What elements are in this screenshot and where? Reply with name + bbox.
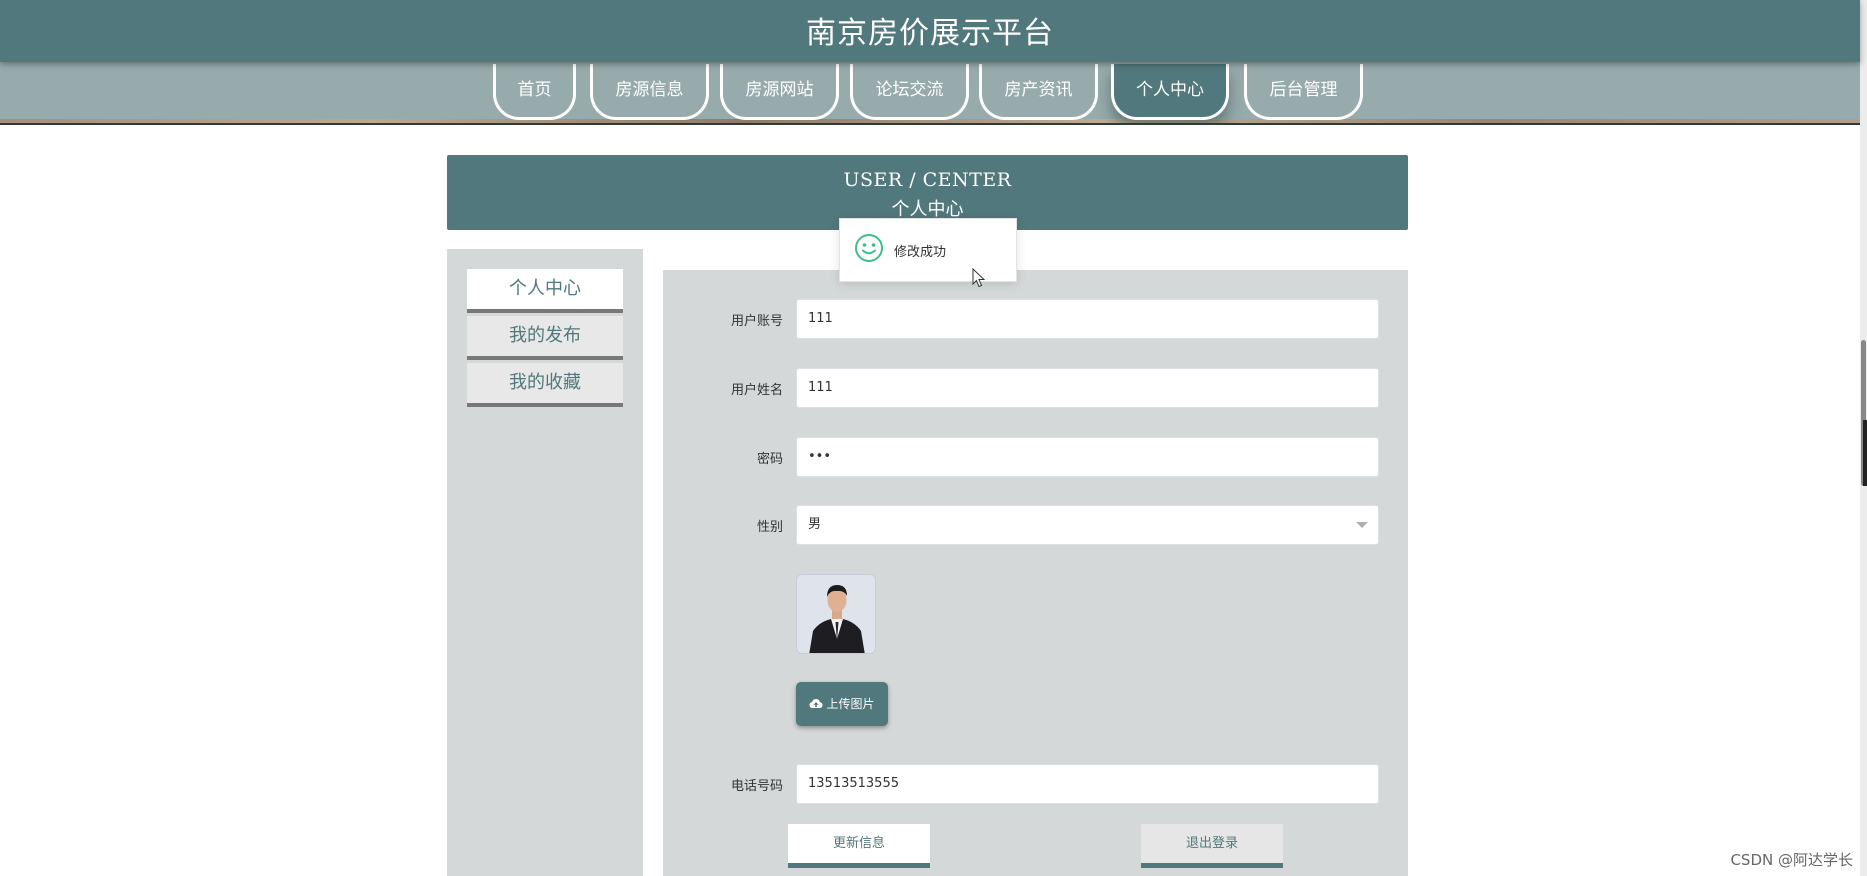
person-photo-icon: [797, 575, 875, 653]
nav-item-listings[interactable]: 房源信息: [590, 64, 709, 120]
gender-value: 男: [808, 517, 822, 532]
avatar[interactable]: [796, 574, 876, 654]
nav-item-home[interactable]: 首页: [493, 64, 576, 120]
phone-input[interactable]: 13513513555: [796, 764, 1379, 804]
gender-label: 性别: [756, 520, 783, 535]
top-header: 南京房价展示平台: [0, 0, 1860, 62]
nav-item-news[interactable]: 房产资讯: [979, 64, 1098, 120]
scrollbar-thumb-highlight: [1863, 420, 1867, 486]
nav-item-user-center[interactable]: 个人中心: [1111, 64, 1229, 120]
logout-button[interactable]: 退出登录: [1141, 824, 1283, 868]
sidebar-item-my-posts[interactable]: 我的发布: [467, 316, 623, 360]
sidebar-item-user-center[interactable]: 个人中心: [467, 269, 623, 313]
toast-message: 修改成功: [894, 245, 947, 260]
success-toast: 修改成功: [839, 218, 1017, 282]
watermark: CSDN @阿达学长: [1730, 851, 1853, 869]
gender-select[interactable]: 男: [796, 505, 1379, 545]
name-label: 用户姓名: [730, 383, 783, 398]
mouse-cursor-icon: [972, 268, 986, 288]
main-nav: 首页 房源信息 房源网站 论坛交流 房产资讯 个人中心 后台管理: [0, 62, 1860, 125]
update-info-button[interactable]: 更新信息: [788, 824, 930, 868]
nav-item-admin[interactable]: 后台管理: [1244, 64, 1363, 120]
sidebar: 个人中心 我的发布 我的收藏: [447, 249, 643, 876]
account-input[interactable]: 111: [796, 299, 1379, 339]
upload-image-button[interactable]: 上传图片: [796, 682, 888, 726]
smile-icon: [855, 234, 883, 262]
sidebar-item-my-favorites[interactable]: 我的收藏: [467, 363, 623, 407]
password-input[interactable]: •••: [796, 437, 1379, 477]
user-info-form: 用户账号 111 用户姓名 111 密码 ••• 性别 男 上传图片 电话号码 …: [663, 270, 1408, 876]
nav-item-websites[interactable]: 房源网站: [720, 64, 839, 120]
account-label: 用户账号: [730, 314, 783, 329]
chevron-down-icon: [1356, 522, 1368, 528]
cloud-upload-icon: [809, 699, 823, 708]
upload-button-label: 上传图片: [826, 697, 875, 711]
phone-label: 电话号码: [730, 779, 783, 794]
name-input[interactable]: 111: [796, 368, 1379, 408]
password-label: 密码: [756, 452, 783, 467]
banner-title-en: USER / CENTER: [843, 169, 1012, 191]
nav-item-forum[interactable]: 论坛交流: [850, 64, 969, 120]
site-title: 南京房价展示平台: [806, 16, 1054, 51]
